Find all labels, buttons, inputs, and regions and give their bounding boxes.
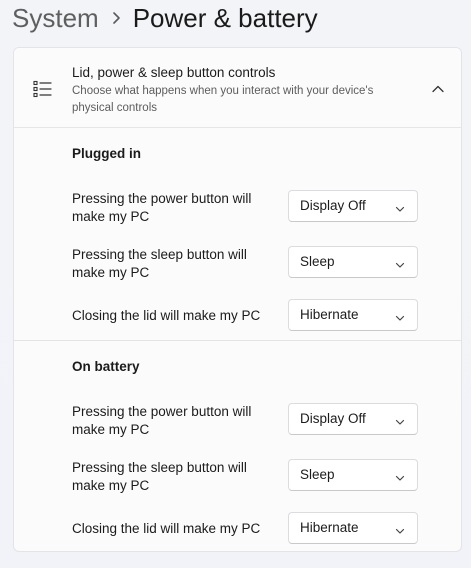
on-battery-heading: On battery xyxy=(72,359,140,374)
page-title: Power & battery xyxy=(132,2,318,33)
plugged-power-button-dropdown[interactable]: Display Off xyxy=(288,190,418,222)
settings-page: System Power & battery Lid, power & slee… xyxy=(0,0,471,568)
battery-power-button-label: Pressing the power button will make my P… xyxy=(72,404,252,437)
plugged-power-button-label: Pressing the power button will make my P… xyxy=(72,191,252,224)
battery-power-button-dropdown[interactable]: Display Off xyxy=(288,403,418,435)
lid-power-sleep-card: Lid, power & sleep button controls Choos… xyxy=(13,47,462,552)
chevron-down-icon xyxy=(395,201,405,212)
chevron-up-icon[interactable] xyxy=(424,80,452,98)
card-description: Choose what happens when you interact wi… xyxy=(72,85,374,114)
dropdown-value: Hibernate xyxy=(300,307,359,322)
chevron-down-icon xyxy=(395,523,405,534)
section-divider xyxy=(14,340,461,341)
card-title: Lid, power & sleep button controls xyxy=(72,65,276,80)
dropdown-value: Hibernate xyxy=(300,520,359,535)
card-header[interactable]: Lid, power & sleep button controls Choos… xyxy=(14,48,461,128)
dropdown-value: Sleep xyxy=(300,467,335,482)
plugged-sleep-button-dropdown[interactable]: Sleep xyxy=(288,246,418,278)
dropdown-value: Display Off xyxy=(300,411,366,426)
battery-lid-dropdown[interactable]: Hibernate xyxy=(288,512,418,544)
chevron-down-icon xyxy=(395,310,405,321)
breadcrumb: System Power & battery xyxy=(12,0,318,36)
chevron-down-icon xyxy=(395,414,405,425)
list-settings-icon xyxy=(33,80,53,98)
dropdown-value: Sleep xyxy=(300,254,335,269)
battery-sleep-button-dropdown[interactable]: Sleep xyxy=(288,459,418,491)
battery-lid-label: Closing the lid will make my PC xyxy=(72,521,261,536)
chevron-right-icon xyxy=(99,9,133,27)
plugged-sleep-button-label: Pressing the sleep button will make my P… xyxy=(72,247,247,280)
chevron-down-icon xyxy=(395,470,405,481)
chevron-down-icon xyxy=(395,257,405,268)
dropdown-value: Display Off xyxy=(300,198,366,213)
plugged-in-heading: Plugged in xyxy=(72,146,141,161)
plugged-lid-label: Closing the lid will make my PC xyxy=(72,308,261,323)
breadcrumb-parent-system[interactable]: System xyxy=(12,3,99,34)
plugged-lid-dropdown[interactable]: Hibernate xyxy=(288,299,418,331)
battery-sleep-button-label: Pressing the sleep button will make my P… xyxy=(72,460,247,493)
